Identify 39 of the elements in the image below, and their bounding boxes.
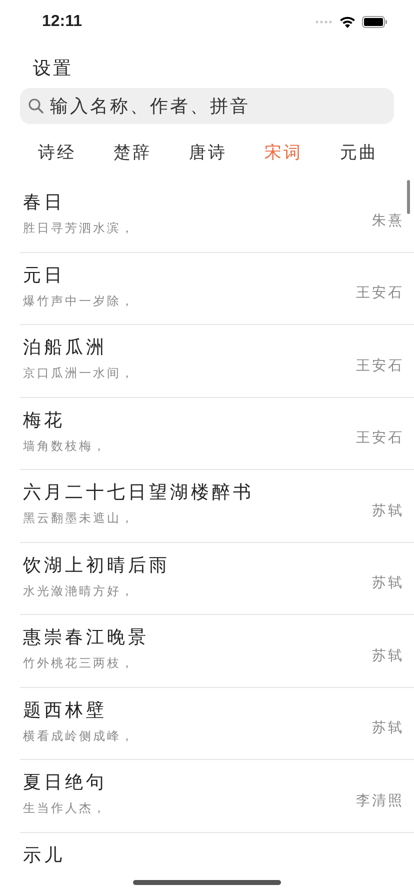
poem-author: 苏轼 bbox=[372, 574, 404, 592]
category-tab[interactable]: 元曲 bbox=[340, 140, 378, 164]
scroll-indicator bbox=[407, 180, 410, 214]
poem-author: 苏轼 bbox=[372, 719, 404, 738]
poem-first-line: 横看成岭侧成峰， bbox=[23, 728, 135, 744]
poem-first-line: 水光潋滟晴方好， bbox=[23, 582, 136, 600]
battery-icon bbox=[362, 16, 388, 28]
poem-author: 苏轼 bbox=[372, 502, 404, 520]
poem-author: 王安石 bbox=[356, 284, 404, 302]
poem-first-line: 胜日寻芳泗水滨， bbox=[23, 220, 135, 237]
poem-first-line: 京口瓜洲一水间， bbox=[23, 365, 135, 382]
poem-author: 李清照 bbox=[356, 792, 404, 810]
status-time: 12:11 bbox=[42, 13, 82, 31]
poem-first-line: 竹外桃花三两枝， bbox=[23, 655, 136, 672]
poem-title[interactable]: 夏日绝句 bbox=[23, 770, 107, 794]
signal-dots-icon bbox=[315, 20, 333, 24]
poem-author: 王安石 bbox=[356, 429, 404, 448]
poem-title[interactable]: 泊船瓜洲 bbox=[23, 335, 135, 359]
poem-title[interactable]: 春日 bbox=[23, 190, 135, 214]
poem-first-line: 爆竹声中一岁除， bbox=[23, 292, 135, 310]
settings-link[interactable]: 设置 bbox=[33, 58, 73, 79]
poem-title[interactable]: 元日 bbox=[23, 262, 135, 286]
poem-title[interactable]: 惠崇春江晚景 bbox=[23, 625, 149, 649]
category-tab[interactable]: 楚辞 bbox=[114, 140, 152, 164]
poem-first-line: 黑云翻墨未遮山， bbox=[23, 510, 136, 527]
poem-author: 朱熹 bbox=[372, 212, 404, 230]
poem-first-line: 生当作人杰， bbox=[23, 800, 107, 817]
category-tab[interactable]: 唐诗 bbox=[189, 140, 227, 164]
poem-title[interactable]: 六月二十七日望湖楼醉书 bbox=[23, 480, 254, 504]
poem-title[interactable]: 示儿 bbox=[23, 842, 65, 866]
poem-title[interactable]: 饮湖上初晴后雨 bbox=[23, 552, 170, 576]
poem-title[interactable]: 梅花 bbox=[23, 408, 107, 432]
wifi-icon bbox=[339, 16, 356, 28]
category-tab[interactable]: 诗经 bbox=[38, 140, 76, 164]
search-field[interactable]: 输入名称、作者、拼音 bbox=[20, 88, 394, 124]
poem-author: 苏轼 bbox=[372, 646, 404, 665]
poem-first-line: 墙角数枝梅， bbox=[23, 438, 107, 454]
poem-title[interactable]: 题西林壁 bbox=[23, 698, 135, 722]
poem-author: 王安石 bbox=[356, 356, 404, 375]
